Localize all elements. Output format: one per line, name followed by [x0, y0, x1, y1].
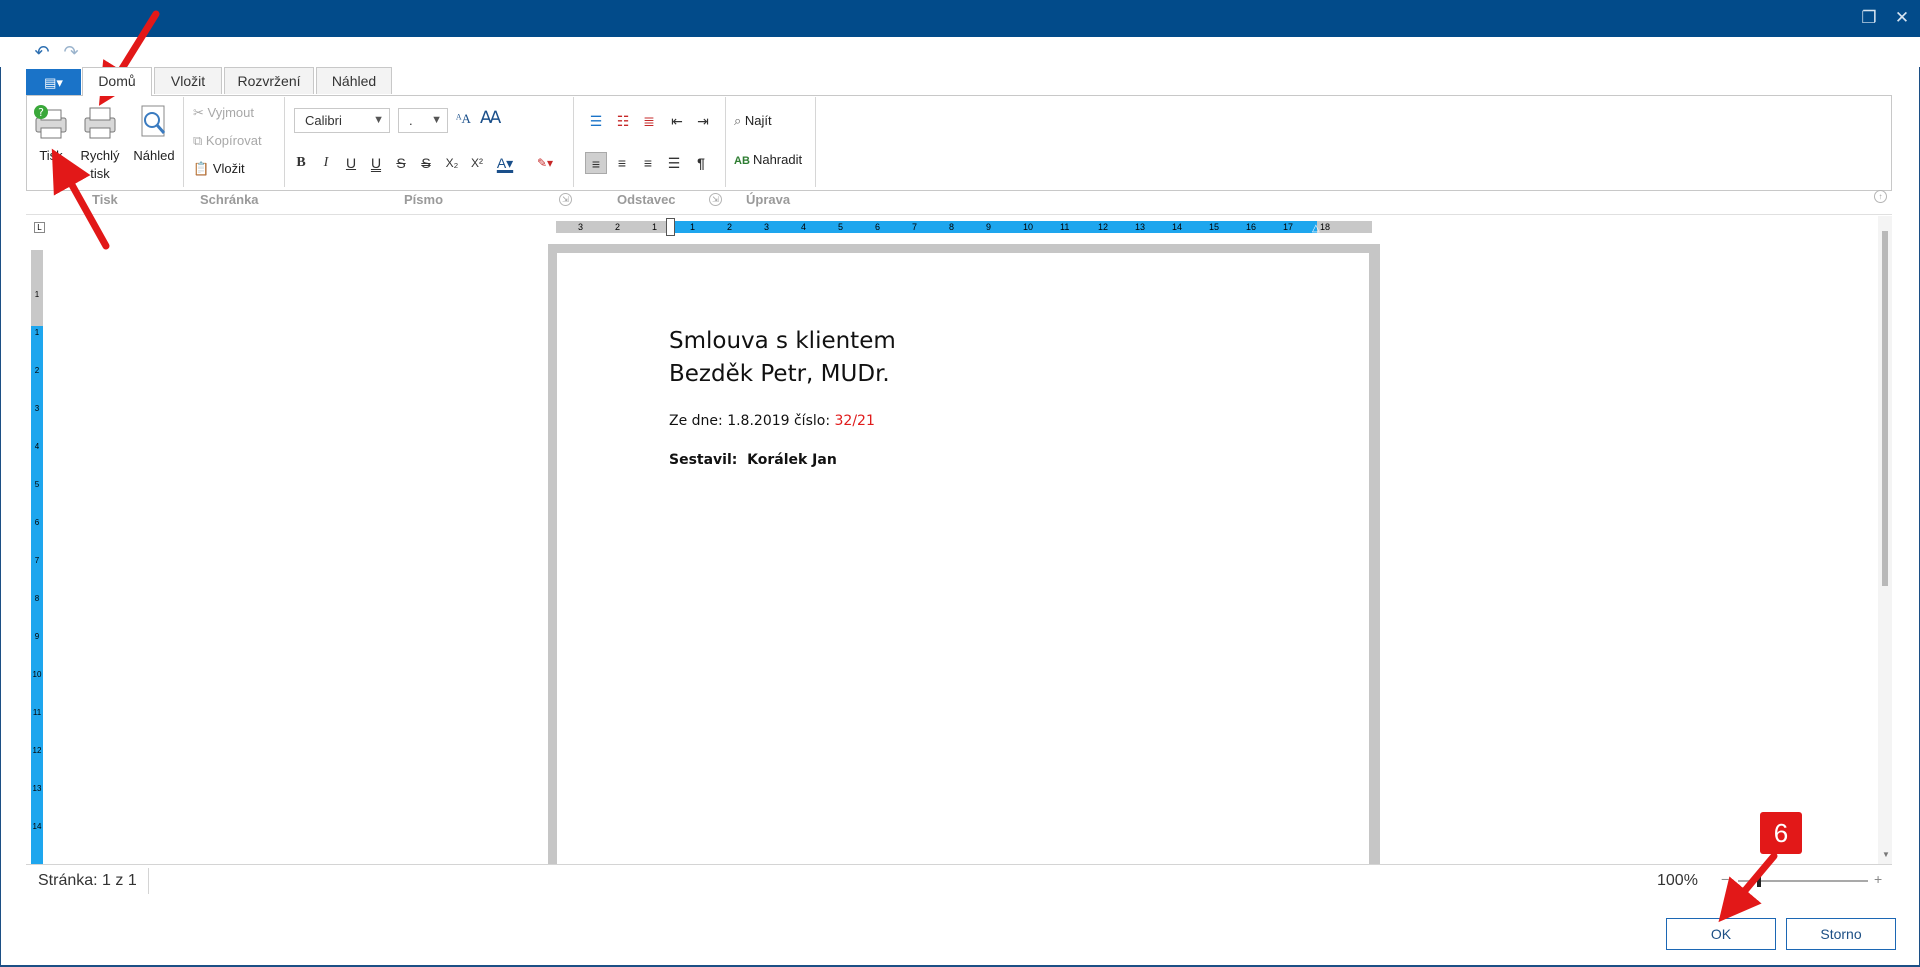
tab-home-label: Domů: [98, 73, 136, 89]
step-badge: 6: [1760, 812, 1802, 854]
annotation-arrows: [51, 10, 1778, 923]
tab-home[interactable]: Domů: [82, 67, 152, 96]
arrow-to-print: [51, 148, 110, 250]
arrow-to-ok: [1718, 852, 1778, 923]
